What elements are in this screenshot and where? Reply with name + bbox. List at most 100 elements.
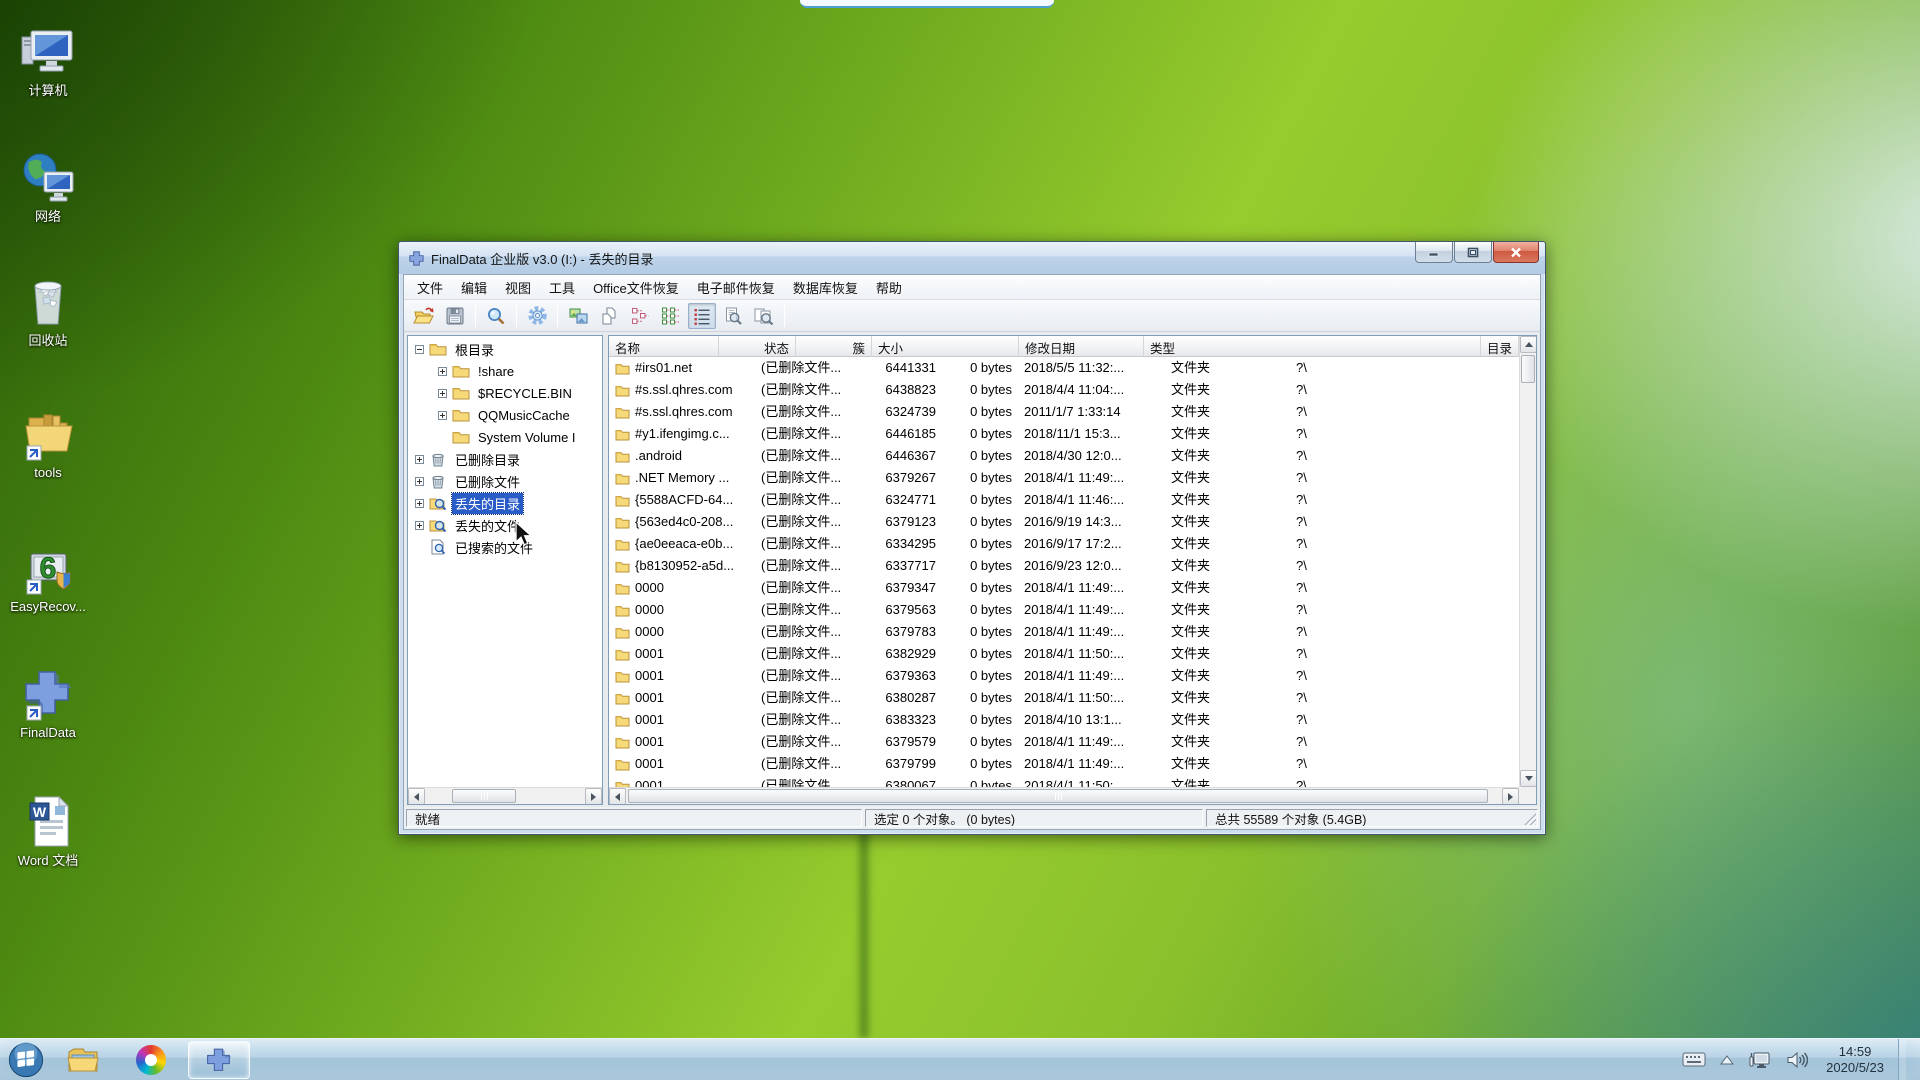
desktop-icon-computer[interactable]: 计算机	[0, 22, 96, 98]
table-row[interactable]: {b8130952-a5d... (已删除文件... 6337717 0 byt…	[609, 555, 1519, 577]
preview-files-button[interactable]	[750, 303, 778, 329]
column-header[interactable]: 修改日期	[1019, 336, 1144, 357]
menu-item[interactable]: 视图	[496, 275, 540, 300]
scrollbar-thumb[interactable]	[628, 789, 1488, 803]
tree-expand-toggle[interactable]	[415, 521, 424, 530]
scrollbar-thumb[interactable]	[452, 789, 516, 803]
scroll-up-button[interactable]	[1520, 336, 1537, 353]
desktop-icon-easyrecovery[interactable]: 6 EasyRecov...	[0, 538, 96, 614]
tree-expand-toggle[interactable]	[415, 499, 424, 508]
table-row[interactable]: 0000 (已删除文件... 6379783 0 bytes 2018/4/1 …	[609, 621, 1519, 643]
preview-file-button[interactable]	[719, 303, 747, 329]
table-row[interactable]: {ae0eeaca-e0b... (已删除文件... 6334295 0 byt…	[609, 533, 1519, 555]
table-row[interactable]: 0001 (已删除文件... 6382929 0 bytes 2018/4/1 …	[609, 643, 1519, 665]
table-row[interactable]: .NET Memory ... (已删除文件... 6379267 0 byte…	[609, 467, 1519, 489]
tree-item[interactable]: $RECYCLE.BIN	[408, 382, 602, 404]
desktop-icon-tools[interactable]: tools	[0, 404, 96, 480]
tree-expand-toggle[interactable]	[438, 411, 447, 420]
show-hidden-icons-button[interactable]	[1720, 1055, 1734, 1065]
save-button[interactable]	[441, 303, 469, 329]
table-row[interactable]: 0001 (已删除文件... 6379579 0 bytes 2018/4/1 …	[609, 731, 1519, 753]
details-list-button[interactable]	[688, 303, 716, 329]
scroll-left-button[interactable]	[609, 788, 626, 805]
scrollbar-thumb[interactable]	[1521, 355, 1535, 383]
menu-item[interactable]: 帮助	[867, 275, 911, 300]
table-row[interactable]: {563ed4c0-208... (已删除文件... 6379123 0 byt…	[609, 511, 1519, 533]
tree-item[interactable]: 已删除文件	[408, 470, 602, 492]
taskbar-browser-button[interactable]	[120, 1041, 182, 1079]
desktop-icon-recycle-bin[interactable]: 回收站	[0, 272, 96, 348]
close-button[interactable]	[1493, 242, 1539, 263]
menu-item[interactable]: 工具	[540, 275, 584, 300]
column-header[interactable]: 名称	[609, 336, 719, 357]
cell-directory: ?\	[1290, 357, 1519, 379]
tree-item[interactable]: 丢失的目录	[408, 492, 602, 514]
menu-item[interactable]: 电子邮件恢复	[688, 275, 784, 300]
desktop-icon-finaldata[interactable]: FinalData	[0, 664, 96, 740]
tree-expand-toggle[interactable]	[438, 389, 447, 398]
table-row[interactable]: 0001 (已删除文件... 6383323 0 bytes 2018/4/10…	[609, 709, 1519, 731]
scroll-right-button[interactable]	[585, 788, 602, 805]
tree-horizontal-scrollbar[interactable]	[408, 787, 602, 804]
tree-item[interactable]: 已删除目录	[408, 448, 602, 470]
taskbar-clock[interactable]: 14:59 2020/5/23	[1822, 1044, 1884, 1076]
menu-item[interactable]: 数据库恢复	[784, 275, 867, 300]
window-resize-grip[interactable]	[1523, 812, 1536, 825]
tree-item[interactable]: System Volume I	[408, 426, 602, 448]
minimize-button[interactable]	[1415, 242, 1453, 263]
tree-item[interactable]: 已搜索的文件	[408, 536, 602, 558]
search-button[interactable]	[482, 303, 510, 329]
table-row[interactable]: 0001 (已删除文件... 6380287 0 bytes 2018/4/1 …	[609, 687, 1519, 709]
scroll-left-button[interactable]	[408, 788, 425, 805]
table-row[interactable]: 0001 (已删除文件... 6380067 0 bytes 2018/4/1 …	[609, 775, 1519, 787]
copy-file-button[interactable]	[595, 303, 623, 329]
scroll-right-button[interactable]	[1502, 788, 1519, 805]
start-button[interactable]	[6, 1040, 46, 1080]
scroll-down-button[interactable]	[1520, 770, 1537, 787]
autohide-toolbar-tab[interactable]	[800, 0, 1054, 8]
table-row[interactable]: 0001 (已删除文件... 6379799 0 bytes 2018/4/1 …	[609, 753, 1519, 775]
menu-item[interactable]: 编辑	[452, 275, 496, 300]
tree-expand-toggle[interactable]	[415, 345, 424, 354]
tree-branches-button[interactable]	[657, 303, 685, 329]
desktop-icon-network[interactable]: 网络	[0, 148, 96, 224]
column-header[interactable]: 大小	[872, 336, 1019, 357]
column-header[interactable]: 簇	[796, 336, 872, 357]
maximize-button[interactable]	[1454, 242, 1492, 263]
table-row[interactable]: .android (已删除文件... 6446367 0 bytes 2018/…	[609, 445, 1519, 467]
tree-item[interactable]: 丢失的文件	[408, 514, 602, 536]
table-row[interactable]: 0001 (已删除文件... 6379363 0 bytes 2018/4/1 …	[609, 665, 1519, 687]
tree-expand-toggle[interactable]	[415, 455, 424, 464]
tree-item[interactable]: QQMusicCache	[408, 404, 602, 426]
tree-item[interactable]: 根目录	[408, 338, 602, 360]
tree-item[interactable]: !share	[408, 360, 602, 382]
volume-tray-icon[interactable]	[1786, 1051, 1808, 1069]
list-vertical-scrollbar[interactable]	[1519, 336, 1536, 787]
tree-nodes-button[interactable]	[626, 303, 654, 329]
show-desktop-button[interactable]	[1898, 1039, 1906, 1080]
desktop-icon-word-doc[interactable]: W Word 文档	[0, 792, 96, 868]
input-method-keyboard-icon[interactable]	[1682, 1052, 1706, 1067]
table-row[interactable]: #s.ssl.qhres.com (已删除文件... 6438823 0 byt…	[609, 379, 1519, 401]
list-horizontal-scrollbar[interactable]	[609, 787, 1519, 804]
table-row[interactable]: 0000 (已删除文件... 6379347 0 bytes 2018/4/1 …	[609, 577, 1519, 599]
column-header[interactable]: 目录	[1481, 336, 1519, 357]
column-header[interactable]: 状态	[719, 336, 796, 357]
menu-item[interactable]: 文件	[408, 275, 452, 300]
open-folder-button[interactable]	[410, 303, 438, 329]
settings-button[interactable]	[523, 303, 551, 329]
tree-expand-toggle[interactable]	[438, 367, 447, 376]
table-row[interactable]: #s.ssl.qhres.com (已删除文件... 6324739 0 byt…	[609, 401, 1519, 423]
table-row[interactable]: #y1.ifengimg.c... (已删除文件... 6446185 0 by…	[609, 423, 1519, 445]
taskbar-finaldata-button[interactable]	[188, 1041, 250, 1079]
network-tray-icon[interactable]	[1748, 1050, 1772, 1070]
table-row[interactable]: 0000 (已删除文件... 6379563 0 bytes 2018/4/1 …	[609, 599, 1519, 621]
table-row[interactable]: #irs01.net (已删除文件... 6441331 0 bytes 201…	[609, 357, 1519, 379]
preview-image-button[interactable]	[564, 303, 592, 329]
taskbar-explorer-button[interactable]	[52, 1041, 114, 1079]
column-header[interactable]: 类型	[1144, 336, 1481, 357]
tree-expand-toggle[interactable]	[415, 477, 424, 486]
table-row[interactable]: {5588ACFD-64... (已删除文件... 6324771 0 byte…	[609, 489, 1519, 511]
menu-item[interactable]: Office文件恢复	[584, 275, 688, 300]
window-titlebar[interactable]: FinalData 企业版 v3.0 (I:) - 丢失的目录	[399, 242, 1545, 274]
